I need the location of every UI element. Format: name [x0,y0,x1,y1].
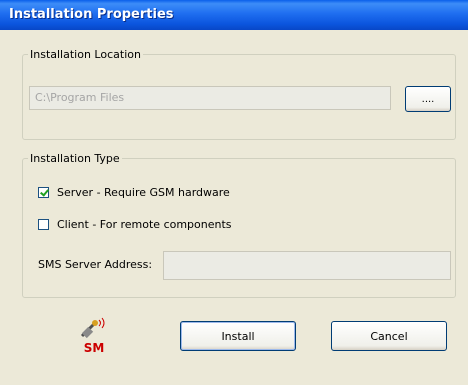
install-button[interactable]: Install [180,321,296,351]
installation-type-legend: Installation Type [30,152,120,165]
browse-button[interactable]: .... [405,86,451,112]
installation-location-legend: Installation Location [30,48,141,61]
cancel-button[interactable]: Cancel [331,321,447,351]
sms-server-address-label: SMS Server Address: [38,258,153,271]
sms-server-address-input[interactable] [163,251,451,280]
sms-antenna-logo-icon: SM [78,316,112,355]
installation-path-field: C:\Program Files [29,86,391,110]
client-checkbox[interactable] [38,219,49,230]
server-checkbox[interactable] [38,187,49,198]
client-checkbox-label: Client - For remote components [57,218,232,231]
client-option[interactable]: Client - For remote components [38,218,232,231]
logo-text: SM [84,341,105,354]
server-checkbox-label: Server - Require GSM hardware [57,186,230,199]
window-title: Installation Properties [9,7,174,22]
server-option[interactable]: Server - Require GSM hardware [38,186,230,199]
title-bar[interactable]: Installation Properties [0,0,468,30]
